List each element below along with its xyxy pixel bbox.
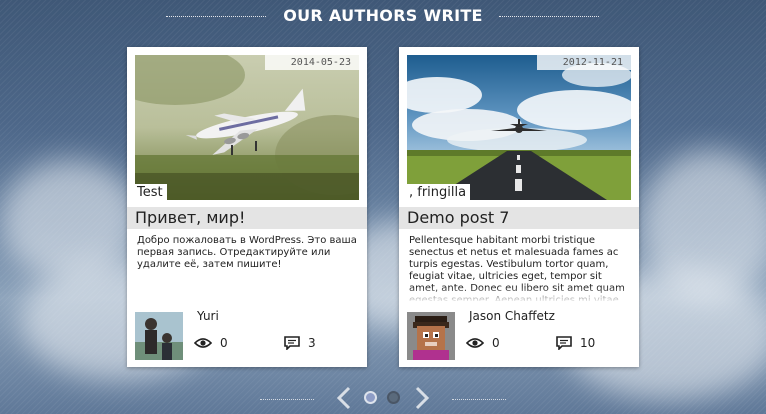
post-title-bar: Demo post 7 — [399, 207, 639, 229]
pager-divider-right — [452, 399, 506, 400]
pager-dot-2[interactable] — [387, 391, 400, 404]
comments-value: 10 — [580, 336, 596, 350]
author-avatar[interactable] — [135, 312, 183, 360]
comments-count[interactable]: 10 — [556, 336, 595, 350]
post-title[interactable]: Demo post 7 — [407, 208, 509, 227]
pager-divider-left — [260, 399, 314, 400]
eye-icon — [194, 338, 212, 348]
pager-dot-1[interactable] — [364, 391, 377, 404]
chevron-right-icon[interactable] — [414, 386, 430, 410]
comment-icon — [284, 336, 300, 350]
post-title-bar: Привет, мир! — [127, 207, 367, 229]
post-date: 2012-11-21 — [536, 55, 631, 70]
chevron-left-icon[interactable] — [336, 386, 352, 410]
author-avatar[interactable] — [407, 312, 455, 360]
views-count: 0 — [466, 336, 500, 350]
comments-value: 3 — [308, 336, 316, 350]
post-date: 2014-05-23 — [264, 55, 359, 70]
section-title: OUR AUTHORS WRITE — [283, 6, 483, 25]
comment-icon — [556, 336, 572, 350]
section-header: OUR AUTHORS WRITE — [0, 4, 766, 28]
comments-count[interactable]: 3 — [284, 336, 316, 350]
post-card[interactable]: 2012-11-21 , fringilla Demo post 7 Pelle… — [399, 47, 639, 367]
author-name[interactable]: Jason Chaffetz — [469, 309, 555, 323]
header-divider-right — [499, 16, 599, 17]
eye-icon — [466, 338, 484, 348]
excerpt-fade — [137, 287, 359, 303]
post-category-tag[interactable]: , fringilla — [407, 184, 471, 200]
author-name[interactable]: Yuri — [197, 309, 219, 323]
views-value: 0 — [220, 336, 228, 350]
views-count: 0 — [194, 336, 228, 350]
excerpt-fade — [409, 287, 631, 303]
post-category-tag[interactable]: Test — [135, 184, 167, 200]
post-thumbnail-runway-plane[interactable]: 2012-11-21 , fringilla — [407, 55, 631, 200]
post-title[interactable]: Привет, мир! — [135, 208, 245, 227]
post-thumbnail-airplane-takeoff[interactable]: 2014-05-23 Test — [135, 55, 359, 200]
views-value: 0 — [492, 336, 500, 350]
post-card[interactable]: 2014-05-23 Test Привет, мир! Добро пожал… — [127, 47, 367, 367]
